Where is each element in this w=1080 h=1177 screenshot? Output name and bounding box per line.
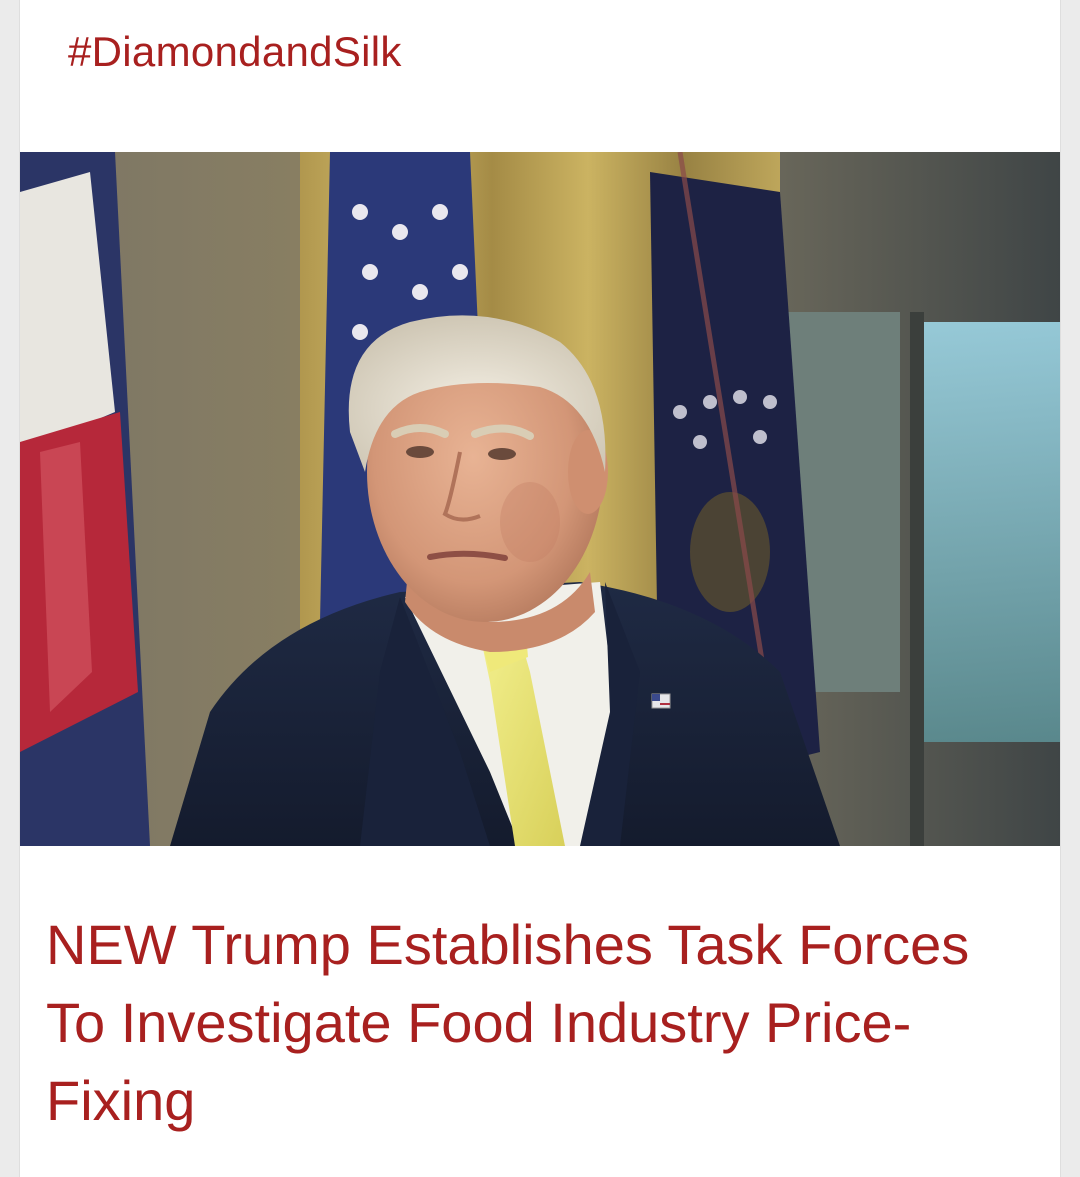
- post-card: #DiamondandSilk NEW Trump Establishes Ta…: [20, 0, 1060, 1177]
- article-headline[interactable]: NEW Trump Establishes Task Forces To Inv…: [46, 906, 1006, 1140]
- hashtag-link[interactable]: #DiamondandSilk: [68, 26, 402, 78]
- article-photo[interactable]: [20, 152, 1060, 846]
